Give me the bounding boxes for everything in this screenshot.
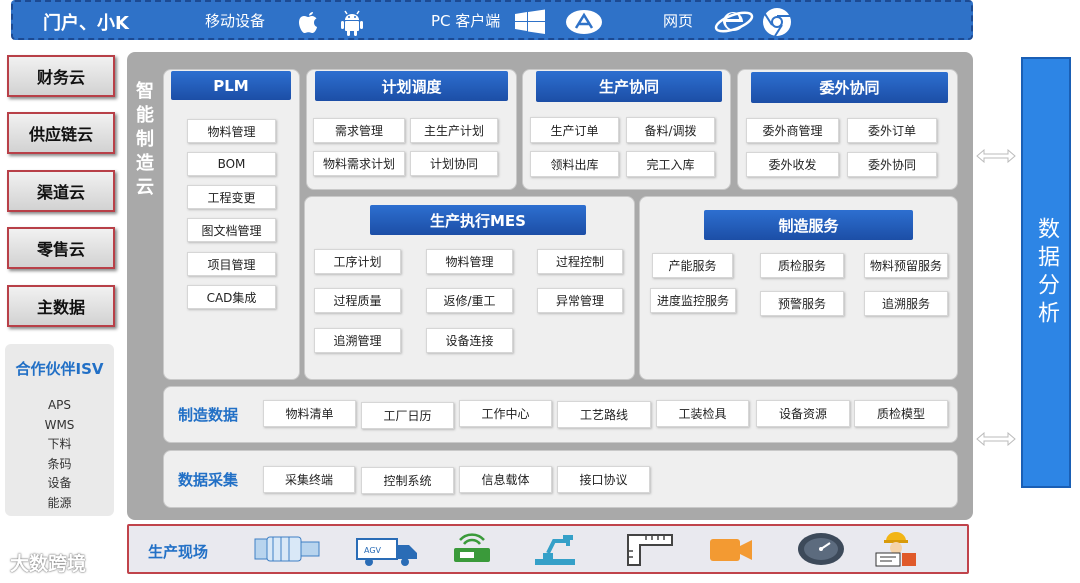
pc-client-label[interactable]: PC 客户端 xyxy=(431,10,500,31)
manufacturing-data-item[interactable]: 工艺路线 xyxy=(557,401,651,428)
isv-item[interactable]: 设备 xyxy=(5,474,114,494)
mes-item[interactable]: 设备连接 xyxy=(426,328,513,353)
measuring-tool-icon xyxy=(627,534,673,566)
manufacturing-data-item[interactable]: 工装检具 xyxy=(656,400,749,427)
smart-manufacturing-cloud-label: 智能制造云 xyxy=(136,81,154,198)
production-field-label: 生产现场 xyxy=(148,543,209,561)
double-arrow-icon xyxy=(976,432,1016,446)
top-access-bar: 门户、小K 移动设备 PC 客户端 网页 xyxy=(11,0,973,40)
outsourcing-item[interactable]: 委外订单 xyxy=(847,118,937,143)
mes-item[interactable]: 工序计划 xyxy=(314,249,401,274)
robot-arm-icon xyxy=(535,535,575,565)
plan-item[interactable]: 需求管理 xyxy=(313,118,405,143)
manufacturing-data-item[interactable]: 工厂日历 xyxy=(361,402,454,429)
rfid-reader-icon xyxy=(454,533,490,562)
isv-item[interactable]: 下料 xyxy=(5,435,114,455)
data-analysis-panel[interactable]: 数据分析 xyxy=(1021,57,1071,488)
data-collection-item[interactable]: 信息载体 xyxy=(459,466,552,493)
camera-icon xyxy=(710,539,752,561)
manufacturing-service-item[interactable]: 质检服务 xyxy=(760,253,844,278)
agv-text: AGV xyxy=(364,546,382,555)
plm-item[interactable]: CAD集成 xyxy=(187,285,276,309)
manufacturing-service-header[interactable]: 制造服务 xyxy=(704,210,913,240)
gauge-icon xyxy=(798,533,844,565)
data-collection-item[interactable]: 采集终端 xyxy=(263,466,355,493)
manufacturing-data-label: 制造数据 xyxy=(178,406,239,424)
outsourcing-header[interactable]: 委外协同 xyxy=(751,72,948,103)
portal-label[interactable]: 门户、小K xyxy=(43,9,129,35)
android-icon xyxy=(337,9,367,41)
plm-header[interactable]: PLM xyxy=(171,71,291,100)
chrome-icon xyxy=(761,7,793,41)
channel-cloud[interactable]: 渠道云 xyxy=(7,170,115,212)
finance-cloud[interactable]: 财务云 xyxy=(7,55,115,97)
data-collection-label: 数据采集 xyxy=(178,471,239,489)
manufacturing-service-item[interactable]: 追溯服务 xyxy=(864,291,948,316)
plan-item[interactable]: 计划协同 xyxy=(410,151,498,176)
outsourcing-item[interactable]: 委外收发 xyxy=(746,152,839,177)
motor-icon xyxy=(254,536,320,562)
mes-item[interactable]: 返修/重工 xyxy=(426,288,513,313)
app-store-icon xyxy=(565,9,603,39)
plan-item[interactable]: 物料需求计划 xyxy=(313,151,405,176)
worker-icon xyxy=(875,532,916,567)
production-coop-item[interactable]: 备料/调拨 xyxy=(626,117,715,143)
ie-icon xyxy=(713,6,755,42)
manufacturing-service-item[interactable]: 产能服务 xyxy=(652,253,733,278)
plm-item[interactable]: 工程变更 xyxy=(187,185,276,209)
mes-header[interactable]: 生产执行MES xyxy=(370,205,586,235)
data-collection-item[interactable]: 控制系统 xyxy=(361,467,454,494)
mobile-label[interactable]: 移动设备 xyxy=(205,10,265,31)
isv-item[interactable]: 条码 xyxy=(5,455,114,475)
retail-cloud[interactable]: 零售云 xyxy=(7,227,115,269)
watermark: 大数跨境 xyxy=(10,553,87,575)
mes-item[interactable]: 过程质量 xyxy=(314,288,401,313)
web-label[interactable]: 网页 xyxy=(663,10,693,31)
production-coop-item[interactable]: 完工入库 xyxy=(626,151,715,177)
plm-item[interactable]: 图文档管理 xyxy=(187,218,276,242)
agv-icon: AGV xyxy=(356,538,417,566)
isv-item[interactable]: 能源 xyxy=(5,494,114,514)
double-arrow-icon xyxy=(976,149,1016,163)
plm-item[interactable]: 项目管理 xyxy=(187,252,276,276)
supply-chain-cloud[interactable]: 供应链云 xyxy=(7,112,115,154)
isv-title: 合作伙伴ISV xyxy=(15,360,104,378)
master-data-cloud[interactable]: 主数据 xyxy=(7,285,115,327)
isv-item[interactable]: APS xyxy=(5,396,114,416)
outsourcing-item[interactable]: 委外商管理 xyxy=(746,118,839,143)
mes-item[interactable]: 异常管理 xyxy=(537,288,623,313)
manufacturing-service-item[interactable]: 进度监控服务 xyxy=(650,288,736,313)
outsourcing-item[interactable]: 委外协同 xyxy=(847,152,937,177)
production-coop-item[interactable]: 领料出库 xyxy=(530,151,619,177)
manufacturing-service-item[interactable]: 预警服务 xyxy=(760,291,844,316)
plan-item[interactable]: 主生产计划 xyxy=(410,118,498,143)
isv-item[interactable]: WMS xyxy=(5,416,114,436)
manufacturing-data-item[interactable]: 物料清单 xyxy=(263,400,356,427)
plm-item[interactable]: 物料管理 xyxy=(187,119,276,143)
manufacturing-data-item[interactable]: 质检模型 xyxy=(854,400,948,427)
manufacturing-service-item[interactable]: 物料预留服务 xyxy=(864,253,948,278)
partner-isv-panel: 合作伙伴ISV APS WMS 下料 条码 设备 能源 xyxy=(5,344,114,516)
production-coop-item[interactable]: 生产订单 xyxy=(530,117,619,143)
mes-item[interactable]: 追溯管理 xyxy=(314,328,401,353)
plan-header[interactable]: 计划调度 xyxy=(315,71,508,101)
mes-item[interactable]: 物料管理 xyxy=(426,249,513,274)
data-collection-item[interactable]: 接口协议 xyxy=(557,466,650,493)
plm-item[interactable]: BOM xyxy=(187,152,276,176)
manufacturing-data-item[interactable]: 设备资源 xyxy=(756,400,850,427)
manufacturing-data-item[interactable]: 工作中心 xyxy=(459,400,552,427)
apple-icon xyxy=(295,9,323,39)
windows-icon xyxy=(513,9,547,39)
production-coop-header[interactable]: 生产协同 xyxy=(536,71,722,102)
mes-item[interactable]: 过程控制 xyxy=(537,249,623,274)
data-analysis-label: 数据分析 xyxy=(1034,216,1059,329)
